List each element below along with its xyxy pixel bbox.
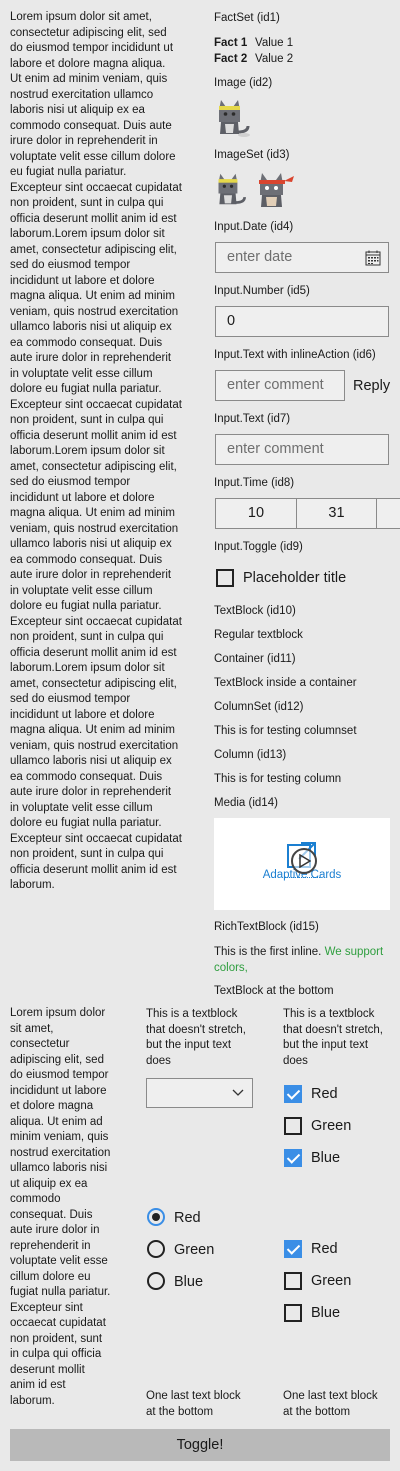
container-label: Container (id11) — [214, 653, 296, 665]
minute-field[interactable]: 31 — [297, 499, 377, 528]
factset-label: FactSet (id1) — [214, 12, 280, 24]
checkbox-label: Blue — [311, 1305, 341, 1321]
radio-label: Green — [174, 1242, 215, 1258]
container-text: TextBlock inside a container — [214, 677, 357, 689]
toggle-title: Placeholder title — [243, 570, 347, 586]
play-button[interactable] — [291, 848, 317, 874]
comment-input[interactable]: enter comment — [215, 370, 345, 401]
reply-button[interactable]: Reply — [353, 377, 390, 395]
input-time-label: Input.Time (id8) — [214, 477, 295, 489]
column-text: This is for testing column — [214, 773, 342, 785]
column-heading: This is a textblock that doesn't stretch… — [283, 1008, 384, 1067]
checkbox-label: Red — [311, 1241, 338, 1257]
ninja-cat-image — [259, 173, 294, 207]
columnset-label: ColumnSet (id12) — [214, 701, 304, 713]
textblock-text: Regular textblock — [214, 629, 303, 641]
textblock-label: TextBlock (id10) — [214, 605, 296, 617]
time-input[interactable]: 10 31 — [215, 498, 400, 529]
lorem-text: Lorem ipsum dolor sit amet, consectetur … — [10, 11, 182, 891]
date-input[interactable]: enter date — [215, 242, 389, 273]
imageset-label: ImageSet (id3) — [214, 149, 290, 161]
input-date-label: Input.Date (id4) — [214, 221, 294, 233]
cat-image — [218, 173, 246, 205]
text-input[interactable]: enter comment — [215, 434, 389, 465]
column-heading: This is a textblock that doesn't stretch… — [146, 1008, 247, 1067]
comment-placeholder: enter comment — [227, 377, 324, 393]
richtext-block: This is the first inline. We support col… — [214, 944, 390, 976]
richtext-label: RichTextBlock (id15) — [214, 921, 319, 933]
input-text-label: Input.Text (id7) — [214, 413, 291, 425]
chevron-down-icon — [232, 1089, 244, 1096]
radio-label: Red — [174, 1210, 201, 1226]
toggle-button[interactable]: Toggle! — [10, 1429, 390, 1461]
checkbox-blue[interactable] — [284, 1149, 302, 1167]
image-label: Image (id2) — [214, 77, 273, 89]
fact-title: Fact 2 — [214, 53, 248, 65]
checkbox-green[interactable] — [284, 1272, 302, 1290]
checkbox-label: Green — [311, 1273, 352, 1289]
checkbox-red[interactable] — [284, 1085, 302, 1103]
media-label: Media (id14) — [214, 797, 278, 809]
checkbox-label: Green — [311, 1118, 352, 1134]
play-icon — [299, 854, 311, 868]
cat-image — [219, 100, 250, 137]
checkbox-label: Red — [311, 1086, 338, 1102]
poster-underline — [284, 877, 320, 881]
fact-value: Value 2 — [255, 53, 294, 65]
checkbox-blue[interactable] — [284, 1304, 302, 1322]
radio-red[interactable] — [147, 1208, 165, 1226]
text-placeholder: enter comment — [227, 441, 324, 457]
richtext-inline: This is the first inline. — [214, 946, 325, 958]
radio-blue[interactable] — [147, 1272, 165, 1290]
fact-title: Fact 1 — [214, 37, 248, 49]
number-value: 0 — [227, 313, 236, 329]
choice-dropdown[interactable] — [146, 1078, 253, 1108]
number-input[interactable]: 0 — [215, 306, 389, 337]
date-placeholder: enter date — [227, 249, 293, 265]
input-toggle-label: Input.Toggle (id9) — [214, 541, 303, 553]
column-bottom-text: One last text block at the bottom — [283, 1390, 378, 1418]
columnset-text: This is for testing columnset — [214, 725, 357, 737]
checkbox-label: Blue — [311, 1150, 341, 1166]
column-bottom-text: One last text block at the bottom — [146, 1390, 241, 1418]
input-number-label: Input.Number (id5) — [214, 285, 310, 297]
calendar-icon[interactable] — [365, 250, 381, 266]
input-text-inline-label: Input.Text with inlineAction (id6) — [214, 349, 376, 361]
hour-field[interactable]: 10 — [216, 499, 297, 528]
lorem-text: Lorem ipsum dolor sit amet, consectetur … — [10, 1007, 111, 1407]
checkbox-green[interactable] — [284, 1117, 302, 1135]
radio-label: Blue — [174, 1274, 204, 1290]
bottom-textblock: TextBlock at the bottom — [214, 985, 334, 997]
column-label: Column (id13) — [214, 749, 287, 761]
toggle-checkbox[interactable] — [216, 569, 234, 587]
media-player[interactable]: Adaptive Cards — [214, 818, 390, 910]
checkbox-red[interactable] — [284, 1240, 302, 1258]
radio-green[interactable] — [147, 1240, 165, 1258]
fact-value: Value 1 — [255, 37, 294, 49]
